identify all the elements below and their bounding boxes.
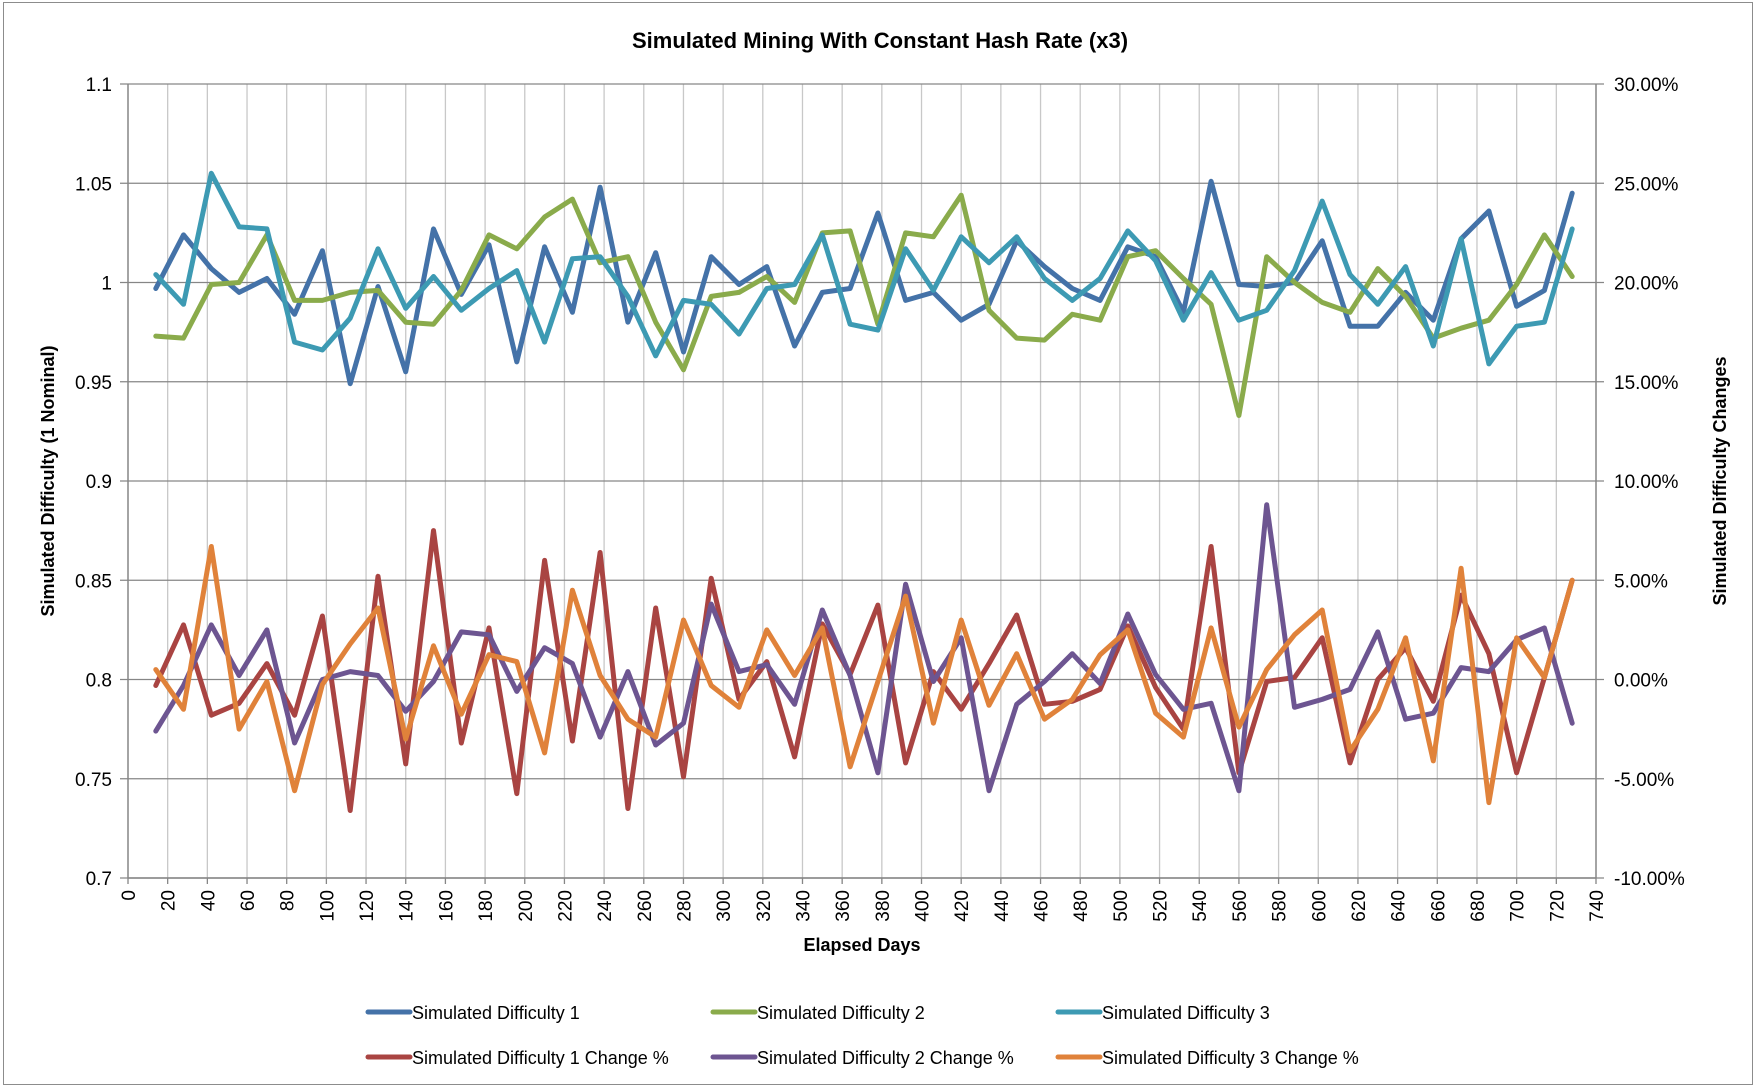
x-tick-label: 380 (873, 890, 894, 922)
x-tick-label: 560 (1230, 890, 1251, 922)
x-tick-label: 740 (1587, 890, 1608, 922)
legend-item: Simulated Difficulty 1 Change % (365, 1048, 669, 1068)
x-tick-label: 240 (595, 890, 616, 922)
y-tick-label: 0.85 (75, 571, 112, 592)
y2-tick-label: 5.00% (1614, 571, 1668, 592)
x-axis-ticks: 0 20 40 60 80 100 120 140 160 180 200 220 240 260 280 3… (119, 878, 1608, 922)
x-tick-label: 200 (516, 890, 537, 922)
legend-item: Simulated Difficulty 2 Change % (710, 1048, 1014, 1068)
y2-tick-label: 30.00% (1614, 75, 1679, 96)
y2-tick-label: -5.00% (1614, 770, 1674, 791)
y-tick-label: 0.9 (86, 472, 112, 493)
x-tick-label: 700 (1508, 890, 1529, 922)
y-tick-label: 0.75 (75, 770, 112, 791)
right-axis-title: Simulated Difficulty Changes (1710, 356, 1730, 605)
x-tick-label: 60 (238, 890, 259, 911)
x-tick-label: 180 (476, 890, 497, 922)
x-tick-label: 300 (714, 890, 735, 922)
x-tick-label: 140 (397, 890, 418, 922)
x-tick-label: 0 (119, 890, 140, 901)
x-tick-label: 220 (555, 890, 576, 922)
legend-item: Simulated Difficulty 1 (365, 1003, 580, 1023)
x-tick-label: 400 (913, 890, 934, 922)
x-tick-label: 120 (357, 890, 378, 922)
x-tick-label: 340 (793, 890, 814, 922)
left-axis-ticks: 0.7 0.75 0.8 0.85 0.9 0.95 1 1.05 1.1 (75, 75, 112, 890)
legend-item: Simulated Difficulty 3 (1055, 1003, 1270, 1023)
y-tick-label: 1 (101, 274, 112, 295)
x-tick-label: 20 (159, 890, 180, 911)
y-tick-label: 0.95 (75, 373, 112, 394)
x-tick-label: 420 (952, 890, 973, 922)
chart-title: Simulated Mining With Constant Hash Rate… (632, 28, 1128, 53)
left-axis-title: Simulated Difficulty (1 Nominal) (38, 345, 58, 616)
right-axis-ticks: -10.00% -5.00% 0.00% 5.00% 10.00% 15.00% 20.00… (1614, 75, 1685, 890)
y2-tick-label: 15.00% (1614, 373, 1679, 394)
legend-label: Simulated Difficulty 1 Change % (412, 1048, 669, 1068)
x-tick-label: 320 (754, 890, 775, 922)
x-tick-label: 500 (1111, 890, 1132, 922)
legend-label: Simulated Difficulty 3 (1102, 1003, 1270, 1023)
x-tick-label: 160 (436, 890, 457, 922)
x-tick-label: 720 (1547, 890, 1568, 922)
x-tick-label: 440 (992, 890, 1013, 922)
x-tick-label: 360 (833, 890, 854, 922)
legend: Simulated Difficulty 1 Simulated Difficul… (365, 1003, 1359, 1068)
legend-label: Simulated Difficulty 2 (757, 1003, 925, 1023)
x-tick-label: 620 (1349, 890, 1370, 922)
x-tick-label: 260 (635, 890, 656, 922)
y2-tick-label: 0.00% (1614, 671, 1668, 692)
series-line-3 (153, 170, 1575, 367)
legend-label: Simulated Difficulty 3 Change % (1102, 1048, 1359, 1068)
legend-label: Simulated Difficulty 2 Change % (757, 1048, 1014, 1068)
y-tick-label: 1.1 (86, 75, 112, 96)
x-tick-label: 680 (1468, 890, 1489, 922)
series-lines (153, 170, 1575, 813)
x-tick-label: 480 (1071, 890, 1092, 922)
x-tick-label: 520 (1151, 890, 1172, 922)
x-tick-label: 540 (1190, 890, 1211, 922)
legend-item: Simulated Difficulty 2 (710, 1003, 925, 1023)
y-tick-label: 1.05 (75, 174, 112, 195)
x-tick-label: 640 (1389, 890, 1410, 922)
y2-tick-label: -10.00% (1614, 869, 1685, 890)
y2-tick-label: 25.00% (1614, 174, 1679, 195)
x-tick-label: 580 (1270, 890, 1291, 922)
line-chart: Simulated Mining With Constant Hash Rate… (38, 28, 1730, 1068)
legend-label: Simulated Difficulty 1 (412, 1003, 580, 1023)
y-tick-label: 0.7 (86, 869, 112, 890)
legend-item: Simulated Difficulty 3 Change % (1055, 1048, 1359, 1068)
x-tick-label: 280 (674, 890, 695, 922)
x-tick-label: 80 (278, 890, 299, 911)
x-tick-label: 40 (198, 890, 219, 911)
x-tick-label: 600 (1309, 890, 1330, 922)
x-tick-label: 460 (1032, 890, 1053, 922)
x-tick-label: 660 (1428, 890, 1449, 922)
y2-tick-label: 20.00% (1614, 274, 1679, 295)
y-tick-label: 0.8 (86, 671, 112, 692)
y2-tick-label: 10.00% (1614, 472, 1679, 493)
x-tick-label: 100 (317, 890, 338, 922)
series-line-2 (153, 192, 1575, 418)
x-axis-title: Elapsed Days (803, 935, 920, 955)
